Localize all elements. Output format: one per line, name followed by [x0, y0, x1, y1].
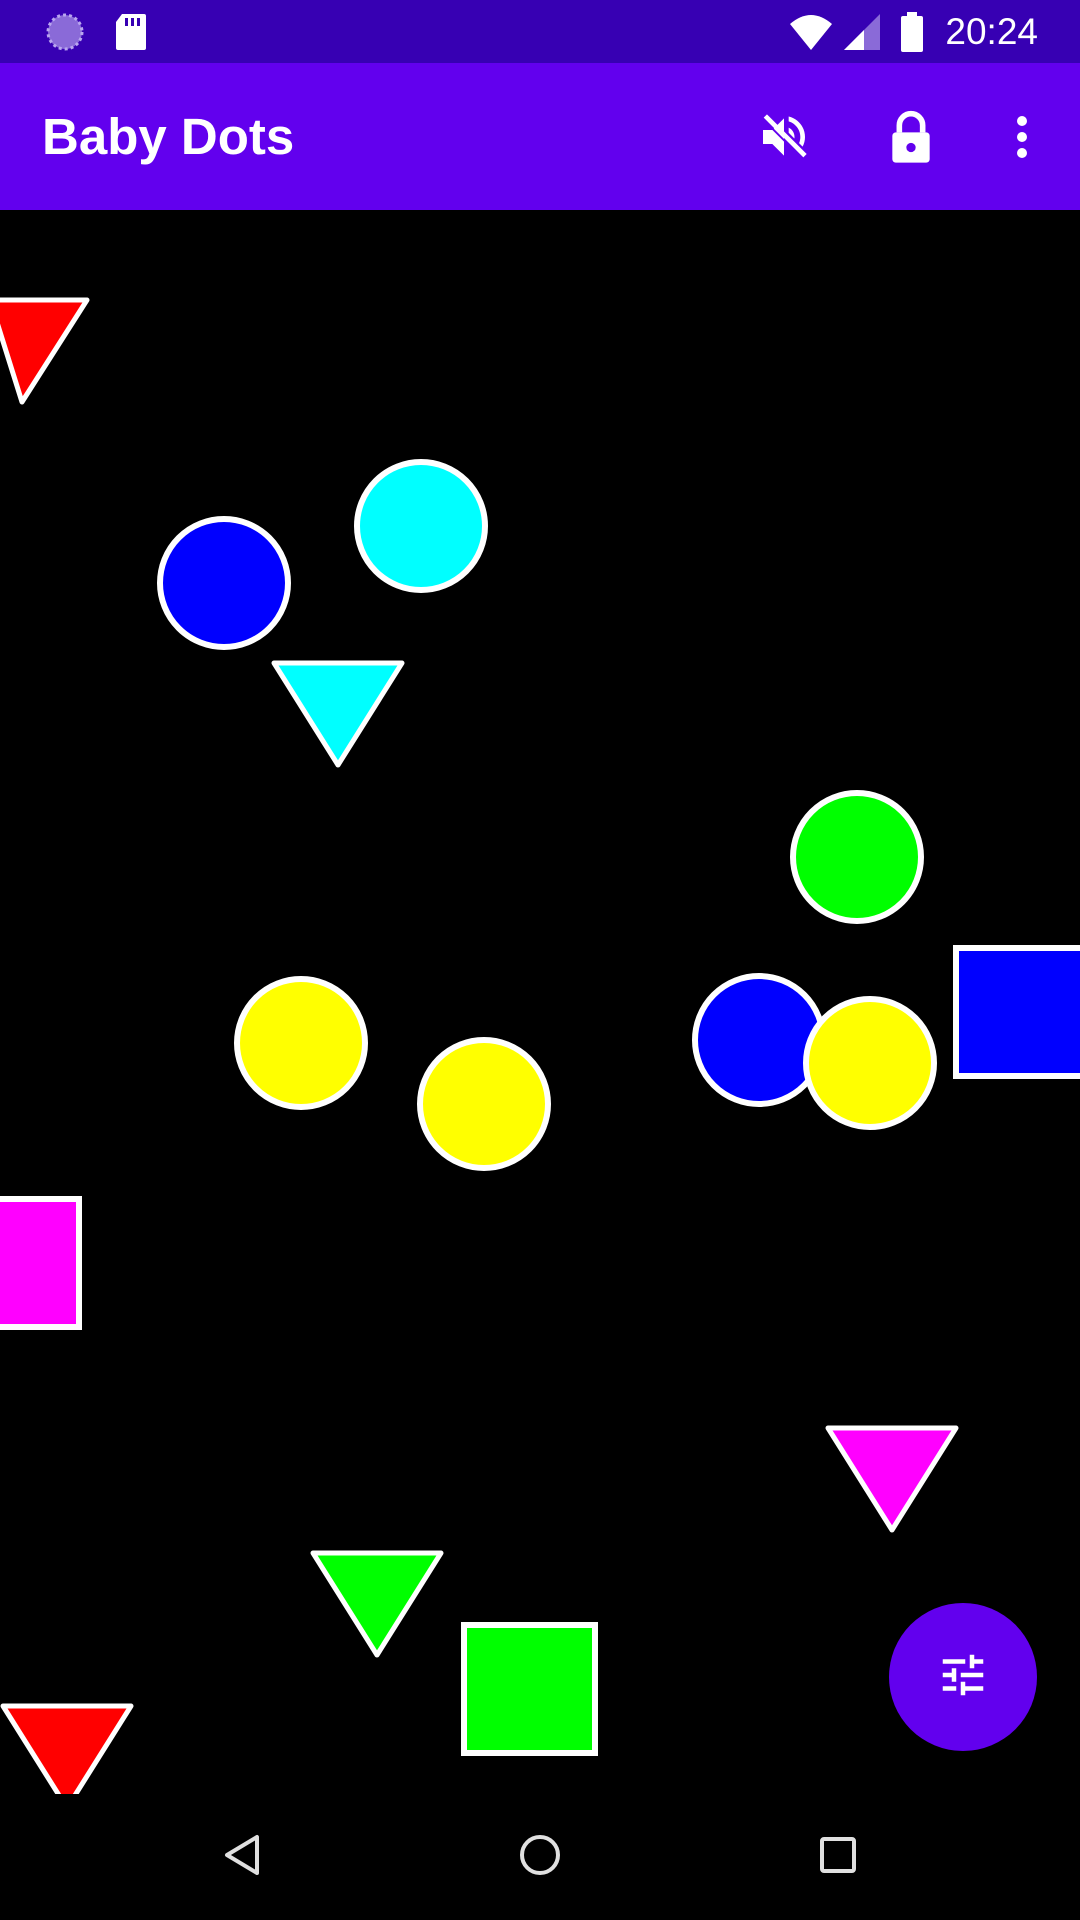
app-bar: Baby Dots — [0, 63, 1080, 210]
shape-circle-green[interactable] — [790, 790, 924, 924]
back-button[interactable] — [172, 1794, 312, 1920]
shape-triangle-magenta[interactable] — [825, 1425, 959, 1533]
shape-circle-yellow[interactable] — [803, 996, 937, 1130]
shape-triangle-green[interactable] — [310, 1550, 444, 1658]
shape-circle-blue[interactable] — [692, 973, 826, 1107]
back-icon — [222, 1833, 262, 1881]
shape-triangle-cyan[interactable] — [271, 660, 405, 768]
settings-fab-button[interactable] — [889, 1603, 1037, 1751]
wifi-icon — [788, 0, 834, 63]
battery-icon — [900, 0, 924, 63]
recents-button[interactable] — [768, 1794, 908, 1920]
shape-triangle-red[interactable] — [0, 297, 90, 405]
shape-square-green[interactable] — [461, 1622, 598, 1756]
more-vert-icon[interactable] — [974, 63, 1070, 210]
sound-off-icon[interactable] — [736, 63, 832, 210]
tune-icon — [936, 1648, 990, 1706]
shape-square-magenta[interactable] — [0, 1196, 82, 1330]
dots-canvas[interactable] — [0, 210, 1080, 1794]
shape-circle-cyan[interactable] — [354, 459, 488, 593]
home-button[interactable] — [470, 1794, 610, 1920]
status-time: 20:24 — [945, 10, 1038, 52]
shape-circle-yellow[interactable] — [417, 1037, 551, 1171]
loading-circle-icon — [44, 0, 86, 63]
shape-circle-blue[interactable] — [157, 516, 291, 650]
recents-icon — [818, 1835, 858, 1879]
shape-circle-yellow[interactable] — [234, 976, 368, 1110]
sd-card-icon — [114, 0, 148, 63]
navigation-bar — [0, 1794, 1080, 1920]
status-bar: 20:24 — [0, 0, 1080, 63]
app-title: Baby Dots — [42, 108, 295, 165]
home-icon — [518, 1833, 562, 1881]
shape-square-blue[interactable] — [953, 945, 1080, 1079]
shape-triangle-red[interactable] — [0, 1703, 134, 1794]
cellular-signal-icon — [842, 0, 882, 63]
lock-icon[interactable] — [863, 63, 959, 210]
